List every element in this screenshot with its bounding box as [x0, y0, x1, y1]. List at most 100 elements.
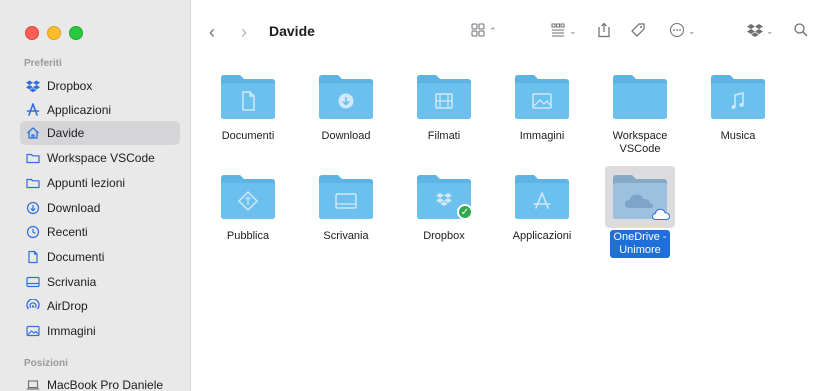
sidebar-item-applicazioni[interactable]: Applicazioni	[20, 98, 180, 122]
airdrop-icon	[26, 299, 40, 313]
sidebar-item-workspace-vscode[interactable]: Workspace VSCode	[20, 146, 180, 170]
desktop-icon	[26, 275, 40, 289]
synced-check-icon: ✓	[457, 204, 473, 220]
folder-icon	[317, 174, 375, 220]
home-icon	[26, 126, 40, 140]
selected-file-label: OneDrive - Unimore	[610, 230, 670, 258]
share-icon[interactable]	[596, 22, 612, 38]
sidebar-item-label: AirDrop	[47, 299, 88, 313]
folder-icon	[611, 74, 669, 120]
folder-dropbox[interactable]: ✓ Dropbox	[399, 174, 489, 243]
document-icon	[26, 250, 40, 264]
more-icon	[669, 22, 685, 41]
folder-applicazioni[interactable]: Applicazioni	[497, 174, 587, 243]
folder-icon	[605, 166, 675, 228]
sidebar-item-label: Workspace VSCode	[47, 151, 155, 165]
folder-download[interactable]: Download	[301, 74, 391, 143]
sidebar-item-label: Download	[47, 201, 101, 215]
window-title: Davide	[269, 23, 315, 39]
sidebar-item-label: Dropbox	[47, 79, 93, 93]
folder-pubblica[interactable]: Pubblica	[203, 174, 293, 243]
chevron-down-icon: ⌄	[569, 26, 577, 36]
sidebar-item-label: Recenti	[47, 225, 88, 239]
file-label: Immagini	[519, 130, 565, 142]
minimize-button[interactable]	[47, 26, 61, 40]
file-label: Workspace VSCode	[595, 130, 685, 156]
sidebar-item-label: Appunti lezioni	[47, 176, 126, 190]
sidebar-item-scrivania[interactable]: Scrivania	[20, 270, 180, 294]
finder-window: Preferiti Dropbox Applicazioni Davide Wo…	[0, 0, 815, 391]
download-icon	[26, 201, 40, 215]
folder-icon	[219, 74, 277, 120]
folder-icon	[219, 174, 277, 220]
chevron-right-icon[interactable]: ›	[241, 22, 247, 43]
file-label-line2: Unimore	[619, 244, 661, 256]
file-label-line1: OneDrive -	[613, 231, 667, 243]
folder-musica[interactable]: Musica	[693, 74, 783, 143]
sidebar-item-recenti[interactable]: Recenti	[20, 220, 180, 244]
grid-view-button[interactable]: ⌃	[470, 22, 497, 41]
folder-icon: ✓	[415, 174, 473, 220]
tag-icon[interactable]	[630, 22, 646, 38]
dropbox-icon	[747, 22, 763, 41]
file-label: Scrivania	[323, 230, 369, 242]
folder-icon	[317, 74, 375, 120]
file-label: Dropbox	[423, 230, 465, 242]
folder-scrivania[interactable]: Scrivania	[301, 174, 391, 243]
file-label: Musica	[720, 130, 756, 142]
file-label: OneDrive - Unimore	[595, 230, 685, 258]
dropbox-button[interactable]: ⌄	[747, 22, 774, 41]
sidebar-item-label: Documenti	[47, 250, 105, 264]
sidebar-item-immagini[interactable]: Immagini	[20, 319, 180, 343]
cloud-icon	[651, 208, 671, 220]
sidebar-item-dropbox[interactable]: Dropbox	[20, 74, 180, 98]
window-controls	[25, 26, 83, 40]
section-title-locations: Posizioni	[24, 358, 68, 369]
updown-chevron-icon: ⌃	[489, 26, 497, 36]
grid-view-icon	[470, 22, 486, 41]
search-icon[interactable]	[793, 22, 809, 38]
sidebar-item-label: Applicazioni	[47, 103, 112, 117]
sidebar-item-appunti-lezioni[interactable]: Appunti lezioni	[20, 171, 180, 195]
sidebar-item-macbook[interactable]: MacBook Pro Daniele	[20, 373, 180, 391]
folder-filmati[interactable]: Filmati	[399, 74, 489, 143]
chevron-left-icon[interactable]: ‹	[209, 22, 215, 43]
folder-onedrive-unimore[interactable]: OneDrive - Unimore	[595, 166, 685, 258]
folder-workspace-vscode[interactable]: Workspace VSCode	[595, 74, 685, 156]
file-label: Download	[321, 130, 371, 142]
folder-documenti[interactable]: Documenti	[203, 74, 293, 143]
file-label-line2: VSCode	[619, 143, 661, 155]
more-button[interactable]: ⌄	[669, 22, 696, 41]
laptop-icon	[26, 378, 40, 391]
toolbar: ‹ › Davide ⌃ ⌄ ⌄ ⌄	[191, 0, 815, 60]
photos-icon	[26, 324, 40, 338]
folder-icon	[513, 74, 571, 120]
file-label: Filmati	[427, 130, 461, 142]
folder-icon	[513, 174, 571, 220]
zoom-button[interactable]	[69, 26, 83, 40]
sidebar-item-download[interactable]: Download	[20, 196, 180, 220]
sidebar-item-airdrop[interactable]: AirDrop	[20, 294, 180, 318]
chevron-down-icon: ⌄	[766, 26, 774, 36]
applications-icon	[26, 103, 40, 117]
sidebar-item-label: Davide	[47, 126, 85, 140]
folder-icon	[26, 176, 40, 190]
sidebar-item-documenti[interactable]: Documenti	[20, 245, 180, 269]
folder-icon	[26, 151, 40, 165]
sidebar-item-davide[interactable]: Davide	[20, 121, 180, 145]
file-label: Documenti	[221, 130, 275, 142]
file-grid: Documenti Download Filmati Immagini Work…	[191, 60, 815, 391]
file-label: Applicazioni	[512, 230, 572, 242]
dropbox-icon	[26, 79, 40, 93]
file-label: Pubblica	[226, 230, 270, 242]
folder-immagini[interactable]: Immagini	[497, 74, 587, 143]
folder-icon	[415, 74, 473, 120]
file-label-line1: Workspace	[612, 130, 668, 142]
close-button[interactable]	[25, 26, 39, 40]
group-icon	[550, 22, 566, 41]
sidebar-item-label: Immagini	[47, 324, 96, 338]
section-title-favorites: Preferiti	[24, 58, 62, 69]
sidebar-item-label: Scrivania	[47, 275, 97, 289]
sidebar: Preferiti Dropbox Applicazioni Davide Wo…	[0, 0, 191, 391]
group-button[interactable]: ⌄	[550, 22, 577, 41]
